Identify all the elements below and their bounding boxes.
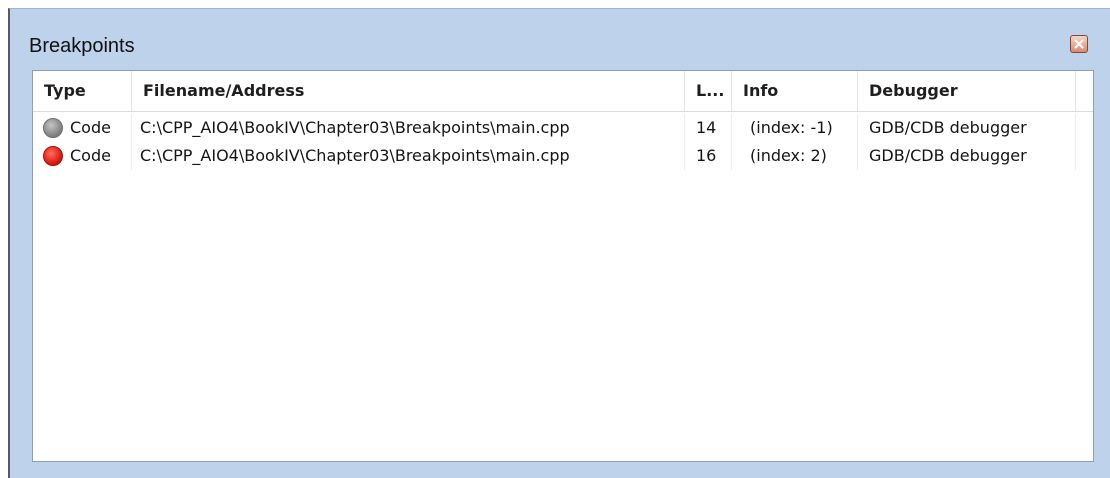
panel-title: Breakpoints: [29, 35, 135, 57]
table-row[interactable]: Code C:\CPP_AIO4\BookIV\Chapter03\Breakp…: [33, 142, 1093, 170]
close-icon: [1074, 39, 1084, 49]
type-label: Code: [70, 118, 111, 137]
debugger-cell: GDB/CDB debugger: [858, 142, 1076, 170]
breakpoint-enabled-icon: [43, 146, 63, 166]
column-header-line[interactable]: L...: [685, 71, 732, 111]
line-cell: 16: [685, 142, 732, 170]
breakpoint-disabled-icon: [43, 118, 63, 138]
column-header-type[interactable]: Type: [33, 71, 132, 111]
column-header-debugger[interactable]: Debugger: [858, 71, 1076, 111]
list-header: Type Filename/Address L... Info Debugger: [33, 71, 1093, 112]
type-cell: Code: [33, 114, 132, 142]
type-label: Code: [70, 146, 111, 165]
breakpoints-list[interactable]: Type Filename/Address L... Info Debugger…: [32, 70, 1094, 462]
info-cell: (index: 2): [732, 142, 858, 170]
close-button[interactable]: [1070, 35, 1088, 53]
column-header-filename[interactable]: Filename/Address: [132, 71, 685, 111]
table-row[interactable]: Code C:\CPP_AIO4\BookIV\Chapter03\Breakp…: [33, 114, 1093, 142]
column-header-info[interactable]: Info: [732, 71, 858, 111]
breakpoints-panel: Breakpoints Type Filename/Address L... I…: [8, 8, 1110, 478]
filename-cell: C:\CPP_AIO4\BookIV\Chapter03\Breakpoints…: [132, 142, 685, 170]
info-cell: (index: -1): [732, 114, 858, 142]
filename-cell: C:\CPP_AIO4\BookIV\Chapter03\Breakpoints…: [132, 114, 685, 142]
debugger-cell: GDB/CDB debugger: [858, 114, 1076, 142]
line-cell: 14: [685, 114, 732, 142]
type-cell: Code: [33, 142, 132, 170]
